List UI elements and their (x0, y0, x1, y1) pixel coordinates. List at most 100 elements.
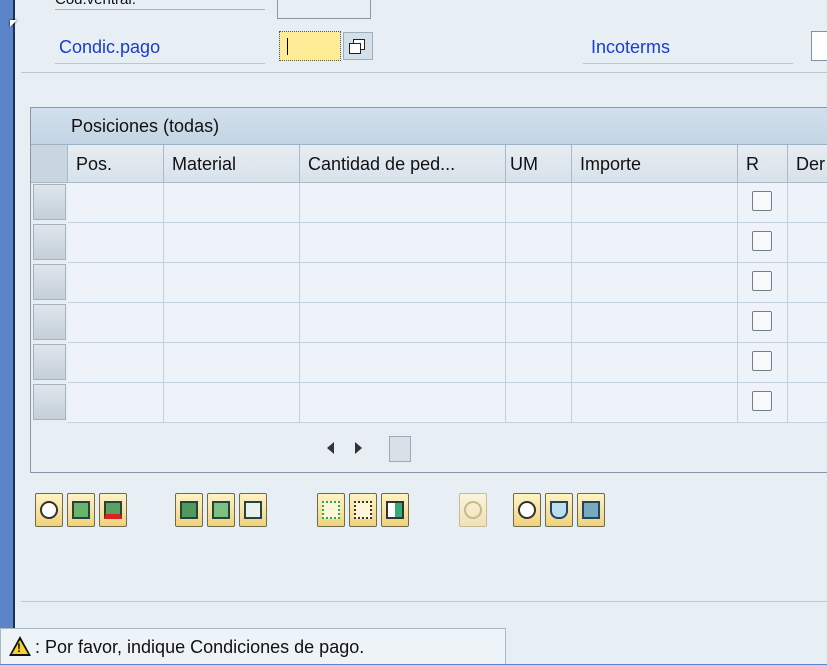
row-checkbox[interactable] (752, 351, 772, 371)
payment-terms-input[interactable] (279, 31, 341, 61)
col-header-pos[interactable]: Pos. (68, 145, 164, 183)
value-help-button[interactable] (343, 32, 373, 60)
cell-quantity[interactable] (300, 383, 506, 423)
schedule-button[interactable] (349, 493, 377, 527)
cell-der[interactable] (788, 223, 827, 263)
col-header-um[interactable]: UM (506, 145, 572, 183)
cell-quantity[interactable] (300, 183, 506, 223)
select-all-button[interactable] (175, 493, 203, 527)
cell-quantity[interactable] (300, 303, 506, 343)
scroll-thumb[interactable] (389, 436, 411, 462)
row-selector[interactable] (33, 264, 66, 300)
cell-amount[interactable] (572, 343, 738, 383)
conditions-button[interactable] (317, 493, 345, 527)
cell-amount[interactable] (572, 183, 738, 223)
row-selector[interactable] (33, 224, 66, 260)
row-selector[interactable] (33, 304, 66, 340)
cell-pos[interactable] (68, 303, 164, 343)
cell-quantity[interactable] (300, 223, 506, 263)
disabled-function-button[interactable] (459, 493, 487, 527)
cell-material[interactable] (164, 383, 300, 423)
row-selector[interactable] (33, 344, 66, 380)
status-message[interactable]: ! : Por favor, indique Condiciones de pa… (0, 628, 506, 664)
value-help-icon-back (349, 43, 361, 54)
col-header-r[interactable]: R (738, 145, 788, 183)
cut-off-label: Cód.ventral. (55, 0, 265, 10)
edit-text-button[interactable] (577, 493, 605, 527)
cell-pos[interactable] (68, 183, 164, 223)
cell-der[interactable] (788, 343, 827, 383)
cell-material[interactable] (164, 343, 300, 383)
select-all-cell[interactable] (31, 145, 68, 183)
cell-um[interactable] (506, 303, 572, 343)
row-checkbox[interactable] (752, 271, 772, 291)
cell-um[interactable] (506, 223, 572, 263)
deselect-all-icon (244, 501, 262, 519)
incoterms-input[interactable] (811, 31, 827, 61)
coins-icon (464, 501, 482, 519)
horizontal-scrollbar[interactable] (311, 434, 421, 464)
table-row (31, 223, 827, 263)
history-button[interactable] (513, 493, 541, 527)
deselect-all-button[interactable] (239, 493, 267, 527)
cell-pos[interactable] (68, 343, 164, 383)
cell-quantity[interactable] (300, 343, 506, 383)
cell-um[interactable] (506, 263, 572, 303)
cell-der[interactable] (788, 303, 827, 343)
cell-um[interactable] (506, 383, 572, 423)
text-caret (287, 38, 288, 55)
cell-pos[interactable] (68, 383, 164, 423)
status-text: : Por favor, indique Condiciones de pago… (35, 637, 365, 657)
history-icon (518, 501, 536, 519)
cell-amount[interactable] (572, 303, 738, 343)
cell-amount[interactable] (572, 383, 738, 423)
col-header-der[interactable]: Der (788, 145, 827, 183)
cell-material[interactable] (164, 263, 300, 303)
payment-terms-underline (55, 63, 265, 64)
cell-quantity[interactable] (300, 263, 506, 303)
cell-um[interactable] (506, 183, 572, 223)
cell-amount[interactable] (572, 263, 738, 303)
insert-row-button[interactable] (67, 493, 95, 527)
calculation-icon (386, 501, 404, 519)
payment-terms-label: Condic.pago (59, 37, 161, 57)
calculation-button[interactable] (381, 493, 409, 527)
detail-button[interactable] (35, 493, 63, 527)
row-checkbox[interactable] (752, 191, 772, 211)
magnifier-icon (40, 501, 58, 519)
select-block-button[interactable] (207, 493, 235, 527)
cell-material[interactable] (164, 183, 300, 223)
cut-off-field[interactable] (277, 0, 371, 19)
col-header-quantity[interactable]: Cantidad de ped... (300, 145, 506, 183)
cell-material[interactable] (164, 303, 300, 343)
delete-row-icon (104, 501, 122, 519)
select-block-icon (212, 501, 230, 519)
cell-um[interactable] (506, 343, 572, 383)
insert-row-icon (72, 501, 90, 519)
cell-pos[interactable] (68, 223, 164, 263)
row-checkbox[interactable] (752, 391, 772, 411)
col-header-material[interactable]: Material (164, 145, 300, 183)
scroll-right-icon[interactable] (355, 442, 362, 454)
scroll-left-icon[interactable] (327, 442, 334, 454)
row-checkbox[interactable] (752, 311, 772, 331)
cell-der[interactable] (788, 383, 827, 423)
conditions-icon (322, 501, 340, 519)
delete-row-button[interactable] (99, 493, 127, 527)
cell-amount[interactable] (572, 223, 738, 263)
header-group: Cód.ventral. Condic.pago Incoterms (21, 0, 827, 73)
row-selector[interactable] (33, 384, 66, 420)
mouse-cursor-icon (10, 20, 17, 27)
row-selector[interactable] (33, 184, 66, 220)
table-row (31, 383, 827, 423)
col-header-amount[interactable]: Importe (572, 145, 738, 183)
cell-pos[interactable] (68, 263, 164, 303)
cell-der[interactable] (788, 183, 827, 223)
row-checkbox[interactable] (752, 231, 772, 251)
cell-der[interactable] (788, 263, 827, 303)
lab-button[interactable] (545, 493, 573, 527)
schedule-icon (354, 501, 372, 519)
cell-material[interactable] (164, 223, 300, 263)
table-row (31, 183, 827, 223)
table-title: Posiciones (todas) (31, 108, 827, 145)
